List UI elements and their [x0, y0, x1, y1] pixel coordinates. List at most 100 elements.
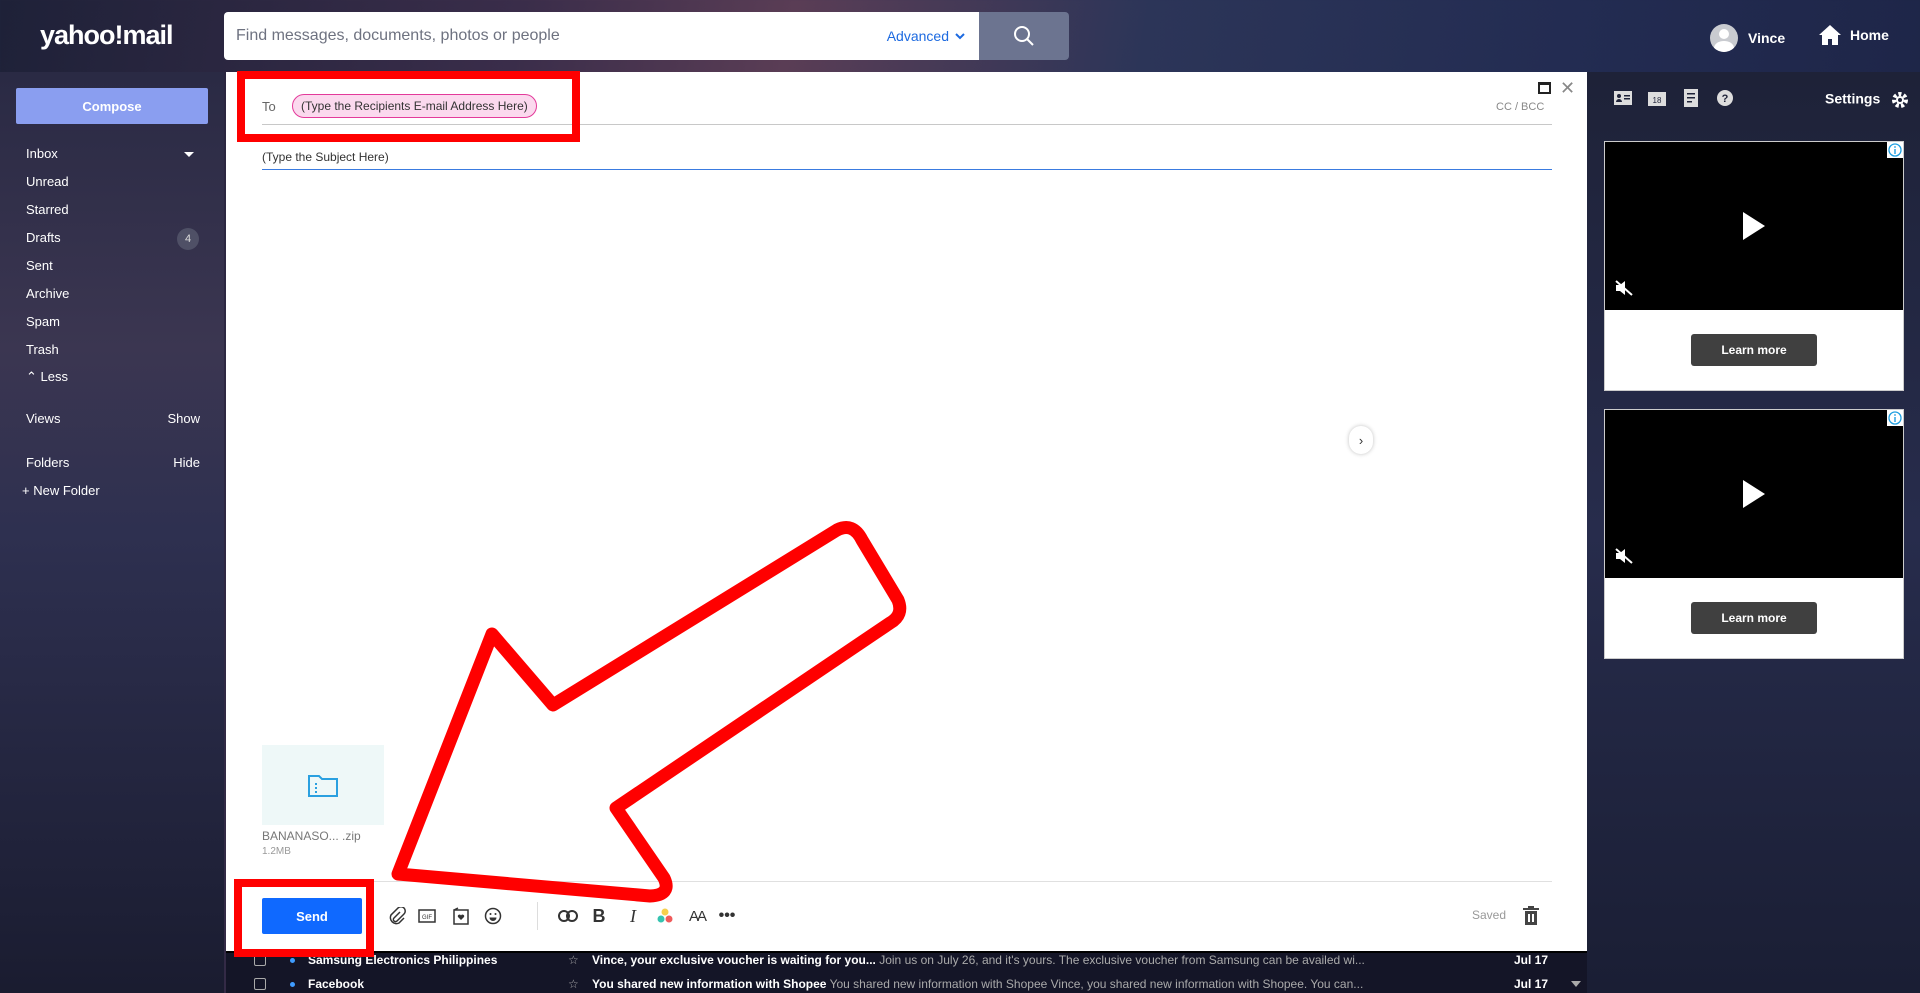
chevron-up-icon: ⌃: [26, 369, 37, 384]
chevron-down-icon: [955, 32, 965, 39]
subject-text: Vince, your exclusive voucher is waiting…: [592, 953, 876, 967]
svg-text:?: ?: [1722, 93, 1729, 105]
message-row[interactable]: Samsung Electronics Philippines ☆ Vince,…: [226, 949, 1566, 971]
attachment-name: BANANASO... .zip: [262, 829, 361, 843]
recipient-chip[interactable]: (Type the Recipients E-mail Address Here…: [292, 94, 537, 118]
views-label: Views: [26, 411, 61, 426]
stationery-icon[interactable]: [450, 905, 472, 927]
advanced-search-button[interactable]: Advanced: [880, 12, 979, 60]
link-icon[interactable]: [557, 905, 579, 927]
ad-info-icon[interactable]: [1887, 410, 1903, 426]
to-label: To: [262, 99, 276, 114]
subject-text: You shared new information with Shopee: [592, 977, 827, 991]
preview-text: Join us on July 26, and it's yours. The …: [879, 953, 1365, 967]
toolbar-separator: [537, 902, 538, 930]
settings-label: Settings: [1825, 90, 1881, 107]
send-button[interactable]: Send: [262, 898, 362, 934]
more-icon[interactable]: •••: [716, 905, 738, 927]
message-checkbox[interactable]: [254, 954, 266, 966]
new-folder-button[interactable]: + New Folder: [22, 483, 100, 498]
calendar-icon[interactable]: 18: [1647, 88, 1667, 108]
unread-dot-icon: [290, 957, 295, 963]
video-ad: Learn more: [1604, 141, 1904, 391]
yahoo-mail-logo[interactable]: yahoo!mail: [40, 20, 174, 51]
message-date: Jul 17: [1514, 953, 1549, 967]
ad-video-player[interactable]: [1605, 142, 1903, 310]
attachment-size: 1.2MB: [262, 846, 291, 857]
message-sender: Samsung Electronics Philippines: [308, 953, 498, 967]
ad-video-player[interactable]: [1605, 410, 1903, 578]
unread-dot-icon: [290, 981, 295, 987]
sidebar-item-trash[interactable]: Trash: [26, 342, 59, 357]
sidebar-item-starred[interactable]: Starred: [26, 202, 69, 217]
notepad-icon[interactable]: [1681, 88, 1701, 108]
preview-text: You shared new information with Shopee V…: [829, 977, 1364, 991]
learn-more-button[interactable]: Learn more: [1691, 334, 1817, 366]
sidebar-item-archive[interactable]: Archive: [26, 286, 69, 301]
search-bar: Advanced: [224, 12, 1069, 60]
folders-label: Folders: [26, 455, 70, 470]
delete-draft-icon[interactable]: [1522, 906, 1540, 931]
close-icon[interactable]: ✕: [1560, 78, 1575, 99]
ad-info-icon[interactable]: [1887, 142, 1903, 158]
sidebar-item-drafts[interactable]: Drafts: [26, 230, 61, 245]
advanced-label: Advanced: [886, 28, 949, 44]
message-checkbox[interactable]: [254, 978, 266, 990]
right-panel: 18 ? Settings Learn more Learn more: [1587, 72, 1920, 993]
bold-icon[interactable]: B: [588, 905, 610, 927]
compose-button[interactable]: Compose: [16, 88, 208, 124]
message-list: Samsung Electronics Philippines ☆ Vince,…: [226, 951, 1587, 993]
star-icon[interactable]: ☆: [568, 953, 579, 967]
play-icon[interactable]: [1743, 480, 1765, 508]
search-icon: [1014, 26, 1034, 46]
mute-icon[interactable]: [1615, 280, 1633, 296]
message-row[interactable]: Facebook ☆ You shared new information wi…: [226, 973, 1566, 993]
views-show-button[interactable]: Show: [167, 411, 200, 426]
svg-text:18: 18: [1653, 96, 1662, 105]
expand-panel-button[interactable]: ›: [1349, 426, 1373, 454]
emoji-icon[interactable]: [482, 905, 504, 927]
top-bar: yahoo!mail Advanced Vince Home: [0, 0, 1920, 72]
svg-text:GIF: GIF: [422, 915, 432, 921]
learn-more-button[interactable]: Learn more: [1691, 602, 1817, 634]
message-subject: You shared new information with Shopee Y…: [592, 977, 1522, 991]
avatar: [1710, 24, 1738, 52]
sidebar-item-spam[interactable]: Spam: [26, 314, 60, 329]
gif-icon[interactable]: GIF: [416, 905, 438, 927]
attachment-thumbnail[interactable]: [262, 745, 384, 825]
user-profile[interactable]: Vince: [1710, 24, 1785, 52]
sidebar-item-inbox[interactable]: Inbox: [26, 146, 58, 161]
folders-hide-button[interactable]: Hide: [173, 455, 200, 470]
star-icon[interactable]: ☆: [568, 977, 579, 991]
italic-icon[interactable]: I: [622, 905, 644, 927]
maximize-icon[interactable]: [1538, 82, 1551, 94]
subject-input[interactable]: [262, 144, 1552, 170]
drafts-count-badge: 4: [177, 228, 199, 250]
attach-icon[interactable]: [386, 905, 408, 927]
less-label: Less: [40, 369, 68, 384]
sidebar: Compose Inbox Unread Starred Drafts 4 Se…: [0, 72, 224, 993]
cc-bcc-button[interactable]: CC / BCC: [1496, 101, 1544, 113]
settings-button[interactable]: Settings: [1825, 90, 1910, 110]
message-subject: Vince, your exclusive voucher is waiting…: [592, 953, 1522, 967]
search-button[interactable]: [979, 12, 1069, 60]
save-status: Saved: [1472, 908, 1507, 922]
play-icon[interactable]: [1743, 212, 1765, 240]
search-input[interactable]: [224, 12, 881, 60]
chevron-right-icon: ›: [1358, 432, 1364, 448]
less-toggle[interactable]: ⌃ Less: [26, 369, 68, 385]
home-icon: [1819, 25, 1841, 45]
font-size-icon[interactable]: AA: [686, 905, 708, 927]
mute-icon[interactable]: [1615, 548, 1633, 564]
scroll-down-arrow[interactable]: [1571, 981, 1581, 987]
help-icon[interactable]: ?: [1715, 88, 1735, 108]
user-name: Vince: [1748, 30, 1786, 46]
video-ad: Learn more: [1604, 409, 1904, 659]
inbox-dropdown-icon[interactable]: [184, 152, 194, 157]
home-link[interactable]: Home: [1818, 24, 1889, 46]
color-icon[interactable]: [654, 905, 676, 927]
contacts-icon[interactable]: [1613, 88, 1633, 108]
sidebar-item-unread[interactable]: Unread: [26, 174, 69, 189]
message-sender: Facebook: [308, 977, 365, 991]
sidebar-item-sent[interactable]: Sent: [26, 258, 53, 273]
